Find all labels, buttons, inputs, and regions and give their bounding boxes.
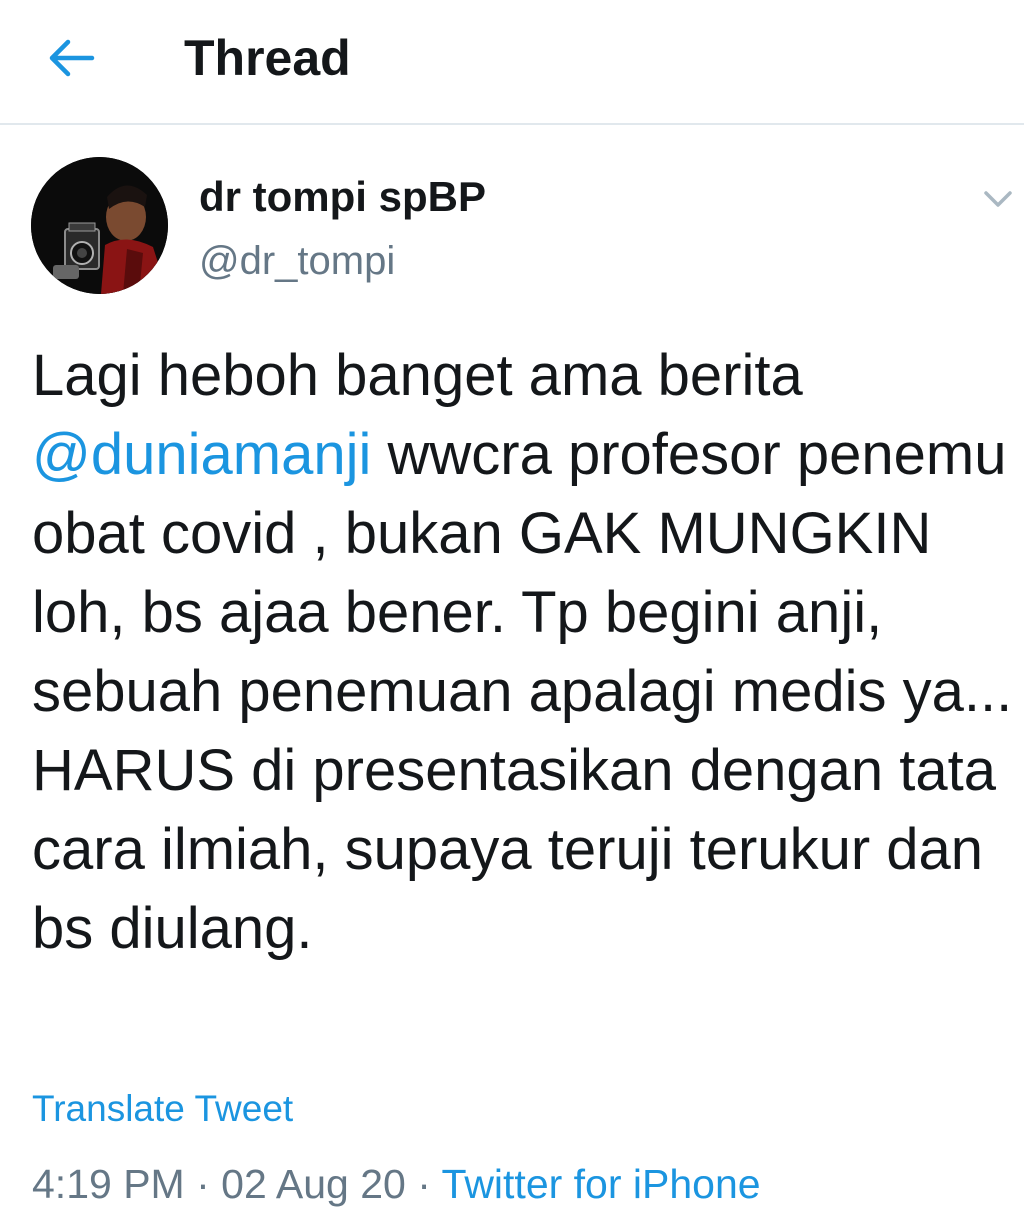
translate-tweet-link[interactable]: Translate Tweet <box>32 1086 293 1132</box>
tweet-time: 4:19 PM <box>32 1161 185 1207</box>
profile-photo <box>31 157 168 294</box>
tweet-source-link[interactable]: Twitter for iPhone <box>442 1161 761 1207</box>
tweet-menu-button[interactable] <box>978 178 1018 218</box>
arrow-left-icon <box>49 39 95 77</box>
mention-link[interactable]: @duniamanji <box>32 422 371 487</box>
page-title: Thread <box>184 30 351 86</box>
tweet-text-part-2: wwcra profesor penemu obat covid , bukan… <box>32 422 1013 961</box>
meta-separator: · <box>405 1161 442 1207</box>
avatar[interactable] <box>31 157 168 294</box>
back-button[interactable] <box>44 30 100 86</box>
chevron-down-icon <box>984 191 1012 207</box>
tweet-date: 02 Aug 20 <box>221 1161 406 1207</box>
tweet-text: Lagi heboh banget ama berita @duniamanji… <box>32 336 1017 968</box>
display-name[interactable]: dr tompi spBP <box>199 172 486 222</box>
tweet-text-part-1: Lagi heboh banget ama berita <box>32 343 803 408</box>
meta-separator: · <box>184 1161 222 1207</box>
tweet-metadata: 4:19 PM · 02 Aug 20 · Twitter for iPhone <box>32 1158 761 1210</box>
thread-header: Thread <box>0 0 1024 125</box>
user-handle[interactable]: @dr_tompi <box>199 236 395 286</box>
